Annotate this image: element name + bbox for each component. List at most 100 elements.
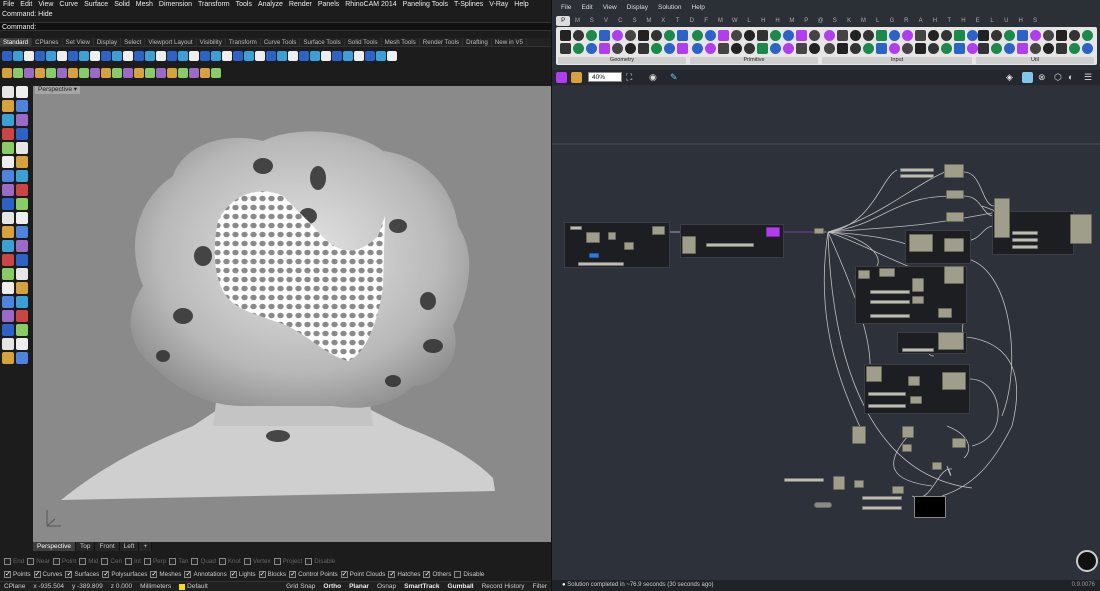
- left-toolbar-tool-icon[interactable]: [16, 282, 28, 294]
- gh-component[interactable]: [908, 376, 920, 386]
- gh-tab-11[interactable]: M: [713, 16, 727, 26]
- gh-component-icon[interactable]: [718, 43, 729, 54]
- gh-relay-component[interactable]: [814, 228, 824, 234]
- toolbar-tool-icon[interactable]: [354, 51, 364, 61]
- gh-tab-31[interactable]: U: [999, 16, 1013, 26]
- number-slider[interactable]: [862, 506, 902, 510]
- toolbar-tool-icon[interactable]: [134, 68, 144, 78]
- menu-item-v-ray[interactable]: V-Ray: [486, 0, 511, 10]
- toolbar-tool-icon[interactable]: [255, 51, 265, 61]
- toolbar-tool-icon[interactable]: [101, 51, 111, 61]
- number-slider[interactable]: [870, 300, 910, 304]
- left-toolbar-tool-icon[interactable]: [2, 310, 14, 322]
- show-tab-icon[interactable]: ◐: [1068, 72, 1073, 82]
- toolbar-tool-icon[interactable]: [277, 51, 287, 61]
- left-toolbar-tool-icon[interactable]: [16, 226, 28, 238]
- gh-component-icon[interactable]: [1030, 30, 1041, 41]
- ortho-toggle[interactable]: Ortho: [319, 582, 345, 591]
- menu-item-analyze[interactable]: Analyze: [255, 0, 286, 10]
- left-toolbar-tool-icon[interactable]: [2, 268, 14, 280]
- gh-tab-17[interactable]: P: [799, 16, 813, 26]
- tab-drafting[interactable]: Drafting: [463, 38, 492, 46]
- left-toolbar-tool-icon[interactable]: [2, 198, 14, 210]
- perspective-viewport[interactable]: Perspective ▾: [33, 86, 551, 542]
- viewport-tab-top[interactable]: Top: [75, 542, 96, 551]
- osnap-knot[interactable]: Knot: [218, 558, 241, 565]
- toolbar-tool-icon[interactable]: [321, 51, 331, 61]
- menu-item-transform[interactable]: Transform: [195, 0, 233, 10]
- left-toolbar-tool-icon[interactable]: [16, 184, 28, 196]
- gh-component[interactable]: [892, 486, 904, 494]
- gh-component[interactable]: [608, 232, 616, 240]
- toolbar-tool-icon[interactable]: [376, 51, 386, 61]
- gh-menu-item-file[interactable]: File: [556, 3, 576, 13]
- checkbox[interactable]: [169, 558, 177, 565]
- toolbar-tool-icon[interactable]: [13, 68, 23, 78]
- gh-tab-18[interactable]: @: [813, 16, 827, 26]
- gh-menu-item-view[interactable]: View: [598, 3, 622, 13]
- filter-annotations[interactable]: Annotations: [184, 570, 227, 578]
- gh-tab-0[interactable]: P: [556, 16, 571, 26]
- toolbar-tool-icon[interactable]: [343, 51, 353, 61]
- gh-component[interactable]: [1070, 214, 1092, 244]
- osnap-perp[interactable]: Perp: [143, 558, 166, 565]
- toolbar-tool-icon[interactable]: [233, 51, 243, 61]
- toolbar-tool-icon[interactable]: [178, 51, 188, 61]
- toolbar-tool-icon[interactable]: [57, 68, 67, 78]
- zoom-extents-icon[interactable]: ⛶: [626, 72, 632, 82]
- toolbar-tool-icon[interactable]: [13, 51, 23, 61]
- osnap-tan[interactable]: Tan: [169, 558, 188, 565]
- gh-component[interactable]: [944, 238, 964, 252]
- number-slider[interactable]: [578, 262, 624, 266]
- osnap-end[interactable]: End: [4, 558, 24, 565]
- left-toolbar-tool-icon[interactable]: [16, 170, 28, 182]
- toolbar-tool-icon[interactable]: [90, 51, 100, 61]
- gh-component-icon[interactable]: [991, 30, 1002, 41]
- gh-widget-dial-icon[interactable]: [1076, 550, 1098, 572]
- gh-component-icon[interactable]: [954, 43, 965, 54]
- gh-component-icon[interactable]: [1082, 43, 1093, 54]
- menu-item-surface[interactable]: Surface: [81, 0, 111, 10]
- toolbar-tool-icon[interactable]: [112, 68, 122, 78]
- gh-tab-21[interactable]: M: [856, 16, 870, 26]
- left-toolbar-tool-icon[interactable]: [16, 352, 28, 364]
- tab-display[interactable]: Display: [94, 38, 122, 46]
- toolbar-tool-icon[interactable]: [35, 68, 45, 78]
- gh-tab-26[interactable]: H: [928, 16, 942, 26]
- gh-component-icon[interactable]: [1017, 43, 1028, 54]
- number-slider[interactable]: [902, 348, 934, 352]
- gh-component-icon[interactable]: [928, 43, 939, 54]
- toolbar-tool-icon[interactable]: [134, 51, 144, 61]
- osnap-project[interactable]: Project: [273, 558, 302, 565]
- gh-component-icon[interactable]: [991, 43, 1002, 54]
- tab-standard[interactable]: Standard: [0, 38, 33, 46]
- gh-component-icon[interactable]: [1056, 30, 1067, 41]
- toolbar-tool-icon[interactable]: [112, 51, 122, 61]
- left-toolbar-tool-icon[interactable]: [2, 254, 14, 266]
- menu-item-help[interactable]: Help: [511, 0, 531, 10]
- gh-tab-27[interactable]: T: [942, 16, 956, 26]
- gh-tab-32[interactable]: H: [1014, 16, 1028, 26]
- gh-component[interactable]: [946, 190, 964, 199]
- left-toolbar-tool-icon[interactable]: [16, 212, 28, 224]
- gh-component-icon[interactable]: [1069, 30, 1080, 41]
- ribbon-group-primitive[interactable]: Primitive: [690, 57, 818, 64]
- gh-tab-28[interactable]: H: [956, 16, 970, 26]
- gh-component[interactable]: [944, 266, 964, 284]
- left-toolbar-tool-icon[interactable]: [16, 254, 28, 266]
- left-toolbar-tool-icon[interactable]: [16, 114, 28, 126]
- left-toolbar-tool-icon[interactable]: [16, 310, 28, 322]
- gh-component-icon[interactable]: [876, 43, 887, 54]
- gh-component-icon[interactable]: [915, 43, 926, 54]
- left-toolbar-tool-icon[interactable]: [2, 170, 14, 182]
- left-toolbar-tool-icon[interactable]: [16, 240, 28, 252]
- gh-component[interactable]: [910, 396, 922, 404]
- gh-component-icon[interactable]: [837, 30, 848, 41]
- menu-item-rhinocam-2014[interactable]: RhinoCAM 2014: [342, 0, 399, 10]
- settings-icon[interactable]: ☰: [1084, 72, 1092, 82]
- gh-toggle[interactable]: [814, 502, 832, 508]
- gh-component-icon[interactable]: [757, 30, 768, 41]
- gh-tab-7[interactable]: X: [656, 16, 670, 26]
- gh-component-icon[interactable]: [770, 43, 781, 54]
- toolbar-tool-icon[interactable]: [79, 68, 89, 78]
